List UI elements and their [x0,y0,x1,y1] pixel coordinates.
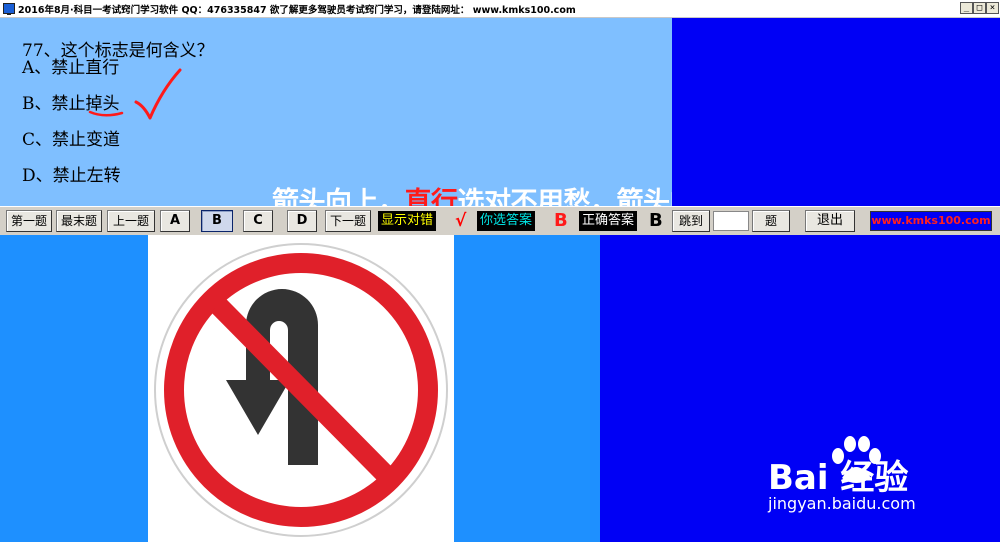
website-link[interactable]: www.kmks100.com [870,211,992,231]
jump-question-input[interactable] [713,211,749,231]
correct-answer-value: B [649,210,663,231]
prev-question-button[interactable]: 上一题 [107,210,155,232]
show-result-toggle[interactable]: 显示对错 [378,211,437,231]
result-check-icon: √ [455,211,467,231]
handwritten-annotation [88,68,182,120]
right-panel-top [672,18,1000,206]
question-panel: 77、这个标志是何含义？ A、禁止直行 B、禁止掉头 C、禁止变道 D、禁止左转… [0,18,908,218]
next-question-button[interactable]: 下一题 [325,210,371,232]
close-button[interactable]: × [986,2,999,14]
answer-d-button[interactable]: D [287,210,317,232]
correct-answer-label: 正确答案 [579,211,638,231]
toolbar: 第一题 最末题 上一题 A B C D 下一题 显示对错 √ 你选答案 B 正确… [0,206,1000,235]
maximize-button[interactable]: □ [973,2,986,14]
app-computer-icon [3,3,15,15]
no-u-turn-sign-icon [152,241,450,539]
answer-c-button[interactable]: C [243,210,273,232]
jump-to-button[interactable]: 跳到 [672,210,710,232]
watermark-logo: Bai 经验 [768,458,909,498]
title-bar: 2016年8月·科目一考试窍门学习软件 QQ：476335847 欲了解更多驾驶… [0,0,1000,18]
answer-a-button[interactable]: A [160,210,190,232]
your-answer-label: 你选答案 [477,211,536,231]
watermark-url: jingyan.baidu.com [768,494,916,513]
sign-image-frame [148,235,454,542]
exit-button[interactable]: 退出 [805,210,855,232]
answer-b-button[interactable]: B [201,210,233,232]
window-title: 2016年8月·科目一考试窍门学习软件 QQ：476335847 欲了解更多驾驶… [18,5,576,16]
first-question-button[interactable]: 第一题 [6,210,52,232]
your-answer-value: B [554,210,568,231]
underline-mark-icon [88,110,124,117]
minimize-button[interactable]: _ [960,2,973,14]
last-question-button[interactable]: 最末题 [56,210,102,232]
question-unit-button[interactable]: 题 [752,210,790,232]
correct-check-mark-icon [134,68,182,120]
